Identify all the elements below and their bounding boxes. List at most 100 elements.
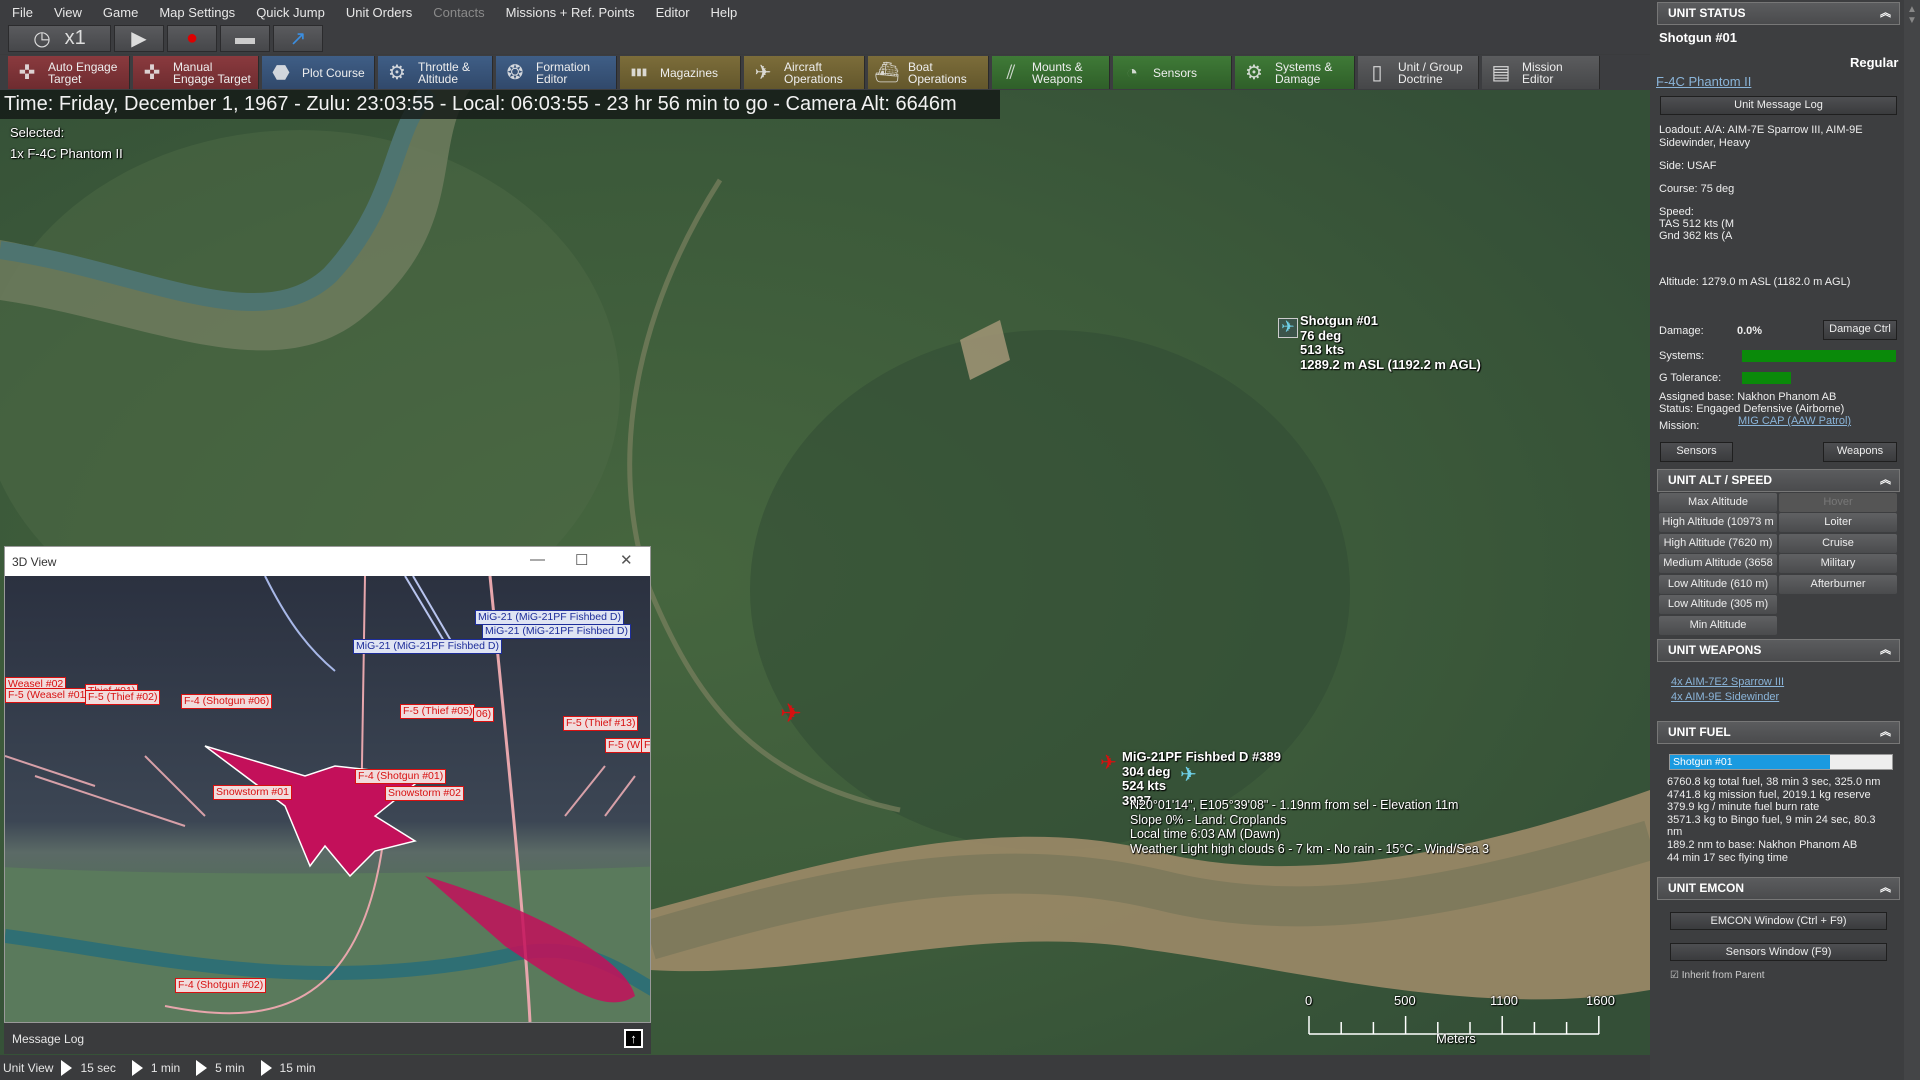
step-5min[interactable]: 5 min xyxy=(215,1061,244,1075)
collapse-icon[interactable]: ︽ xyxy=(1880,3,1891,24)
cmd-button-unit-group[interactable]: ▯ Unit / Group Doctrine xyxy=(1358,56,1479,89)
play-icon[interactable] xyxy=(196,1059,208,1076)
scroll-down-icon[interactable]: ▼ xyxy=(1904,15,1920,26)
unit-label[interactable]: F-5 (Weasel #01) xyxy=(5,688,92,703)
altitude-button[interactable]: Max Altitude xyxy=(1659,493,1777,512)
emcon-window-button[interactable]: EMCON Window (Ctrl + F9) xyxy=(1670,912,1887,930)
unit-label[interactable]: F-4 (Shotgun #06) xyxy=(181,694,273,709)
menu-view[interactable]: View xyxy=(54,5,82,20)
collapse-icon[interactable]: ︽ xyxy=(1880,640,1891,661)
weapon-link[interactable]: 4x AIM-9E Sidewinder xyxy=(1671,691,1779,704)
cmd-label: Formation Editor xyxy=(536,59,591,86)
damage-control-button[interactable]: Damage Ctrl xyxy=(1823,320,1897,340)
unit-message-log-button[interactable]: Unit Message Log xyxy=(1660,96,1897,115)
unit-label[interactable]: F-5 (W xyxy=(605,738,644,753)
scale-tick: 500 xyxy=(1394,993,1416,1008)
friendly-aircraft-icon[interactable]: ✈ xyxy=(1278,318,1298,338)
mission-link[interactable]: MIG CAP (AAW Patrol) xyxy=(1738,415,1851,428)
collapse-icon[interactable]: ︽ xyxy=(1880,878,1891,899)
unit-label[interactable]: F-5 (Thief #05) xyxy=(400,704,476,719)
cmd-button-sensors[interactable]: ◔ Sensors xyxy=(1113,56,1232,89)
expand-up-icon[interactable]: ↑ xyxy=(624,1029,643,1048)
record-button[interactable]: ● xyxy=(167,25,217,52)
crosshair-icon: ✜ xyxy=(143,61,161,84)
cmd-button-aircraft[interactable]: ✈ Aircraft Operations xyxy=(744,56,865,89)
hostile-aircraft-icon[interactable]: ✈ xyxy=(780,698,802,729)
contact-label[interactable]: MiG-21 (MiG-21PF Fishbed D) xyxy=(482,624,631,639)
speed-button[interactable]: Military xyxy=(1779,554,1897,573)
jump-button[interactable]: ↗ xyxy=(273,25,323,52)
altitude-button[interactable]: Low Altitude (305 m) xyxy=(1659,595,1777,614)
close-icon[interactable]: ✕ xyxy=(620,551,633,569)
fuel-header[interactable]: UNIT FUEL ︽ xyxy=(1657,721,1900,744)
cmd-button-mounts[interactable]: ⫽ Mounts & Weapons xyxy=(992,56,1110,89)
weapons-button[interactable]: Weapons xyxy=(1823,442,1897,462)
contact-label[interactable]: MiG-21 (MiG-21PF Fishbed D) xyxy=(475,610,624,625)
time-compression-button[interactable]: ◷ x1 xyxy=(8,25,111,52)
menu-map-settings[interactable]: Map Settings xyxy=(159,5,235,20)
play-icon[interactable] xyxy=(260,1059,272,1076)
inherit-checkbox[interactable]: ☑ Inherit from Parent xyxy=(1670,970,1910,980)
emcon-header[interactable]: UNIT EMCON ︽ xyxy=(1657,877,1900,900)
hostile-aircraft-icon[interactable]: ✈ xyxy=(1100,750,1117,775)
sensors-window-button[interactable]: Sensors Window (F9) xyxy=(1670,943,1887,961)
unit-label[interactable]: F-5 (Thief #02) xyxy=(85,690,161,705)
cmd-button-formation[interactable]: ❂ Formation Editor xyxy=(496,56,617,89)
play-button[interactable]: ▶ xyxy=(114,25,164,52)
menu-file[interactable]: File xyxy=(12,5,33,20)
cmd-button-mission[interactable]: ▤ Mission Editor xyxy=(1482,56,1600,89)
unit-label[interactable]: F xyxy=(641,738,650,753)
weapon-link[interactable]: 4x AIM-7E2 Sparrow III xyxy=(1671,676,1784,689)
menu-unit-orders[interactable]: Unit Orders xyxy=(346,5,412,20)
cmd-button-throttle[interactable]: ⚙ Throttle & Altitude xyxy=(378,56,493,89)
message-log-bar[interactable]: Message Log ↑ xyxy=(4,1023,651,1054)
cmd-button-magazines[interactable]: ▮▮▮ Magazines xyxy=(620,56,741,89)
step-1min[interactable]: 1 min xyxy=(151,1061,180,1075)
damage-value: 0.0% xyxy=(1737,325,1763,337)
speed-button[interactable]: Cruise xyxy=(1779,534,1897,553)
unit-label[interactable]: 06) xyxy=(473,707,495,722)
unit-label[interactable]: F-4 (Shotgun #02) xyxy=(175,978,267,993)
cmd-button-systems[interactable]: ⚙ Systems & Damage xyxy=(1235,56,1355,89)
unit-label[interactable]: F-4 (Shotgun #01) xyxy=(355,769,447,784)
play-icon[interactable] xyxy=(131,1059,143,1076)
unit-status-header[interactable]: UNIT STATUS ︽ xyxy=(1657,2,1900,25)
menu-editor[interactable]: Editor xyxy=(656,5,690,20)
altitude-button[interactable]: Min Altitude xyxy=(1659,616,1777,635)
cmd-button-boat[interactable]: ⛴ Boat Operations xyxy=(868,56,989,89)
cmd-button-manual[interactable]: ✜ Manual Engage Target xyxy=(133,56,259,89)
scroll-up-icon[interactable]: ▲ xyxy=(1904,4,1920,15)
unit-class-link[interactable]: F-4C Phantom II xyxy=(1656,75,1751,89)
step-15sec[interactable]: 15 sec xyxy=(80,1061,115,1075)
speed-button[interactable]: Loiter xyxy=(1779,513,1897,532)
3d-view-window[interactable]: 3D View — ☐ ✕ MiG-21 (MiG-21PF Fishbed D… xyxy=(4,546,651,1023)
unit-label[interactable]: F-5 (Thief #13) xyxy=(563,716,639,731)
3d-scene[interactable]: MiG-21 (MiG-21PF Fishbed D) MiG-21 (MiG-… xyxy=(5,576,650,1022)
unit-label[interactable]: Snowstorm #02 xyxy=(385,786,464,801)
sensors-button[interactable]: Sensors xyxy=(1660,442,1733,462)
weapons-header[interactable]: UNIT WEAPONS ︽ xyxy=(1657,639,1900,662)
unit-label[interactable]: Snowstorm #01 xyxy=(213,785,292,800)
speed-button[interactable]: Afterburner xyxy=(1779,575,1897,594)
altitude-button[interactable]: Medium Altitude (3658 xyxy=(1659,554,1777,573)
stop-button[interactable]: ▬ xyxy=(220,25,270,52)
menu-missions[interactable]: Missions + Ref. Points xyxy=(506,5,635,20)
collapse-icon[interactable]: ︽ xyxy=(1880,722,1891,743)
menu-quick-jump[interactable]: Quick Jump xyxy=(256,5,325,20)
collapse-icon[interactable]: ︽ xyxy=(1880,470,1891,491)
altitude-button[interactable]: High Altitude (10973 m xyxy=(1659,513,1777,532)
play-icon[interactable] xyxy=(61,1059,73,1076)
cmd-button-auto-engage[interactable]: ✜ Auto Engage Target xyxy=(8,56,130,89)
altitude-button[interactable]: Low Altitude (610 m) xyxy=(1659,575,1777,594)
altitude-button[interactable]: High Altitude (7620 m) xyxy=(1659,534,1777,553)
menu-help[interactable]: Help xyxy=(711,5,738,20)
alt-speed-header[interactable]: UNIT ALT / SPEED ︽ xyxy=(1657,469,1900,492)
minimize-icon[interactable]: — xyxy=(530,551,545,568)
window-titlebar[interactable]: 3D View — ☐ ✕ xyxy=(5,547,650,576)
menu-game[interactable]: Game xyxy=(103,5,138,20)
cmd-button-plot-course[interactable]: ⬣ Plot Course xyxy=(262,56,375,89)
step-15min[interactable]: 15 min xyxy=(280,1061,316,1075)
maximize-icon[interactable]: ☐ xyxy=(575,551,588,569)
panel-scrollbar[interactable]: ▲ ▼ xyxy=(1904,0,1920,1080)
contact-label[interactable]: MiG-21 (MiG-21PF Fishbed D) xyxy=(353,639,502,654)
